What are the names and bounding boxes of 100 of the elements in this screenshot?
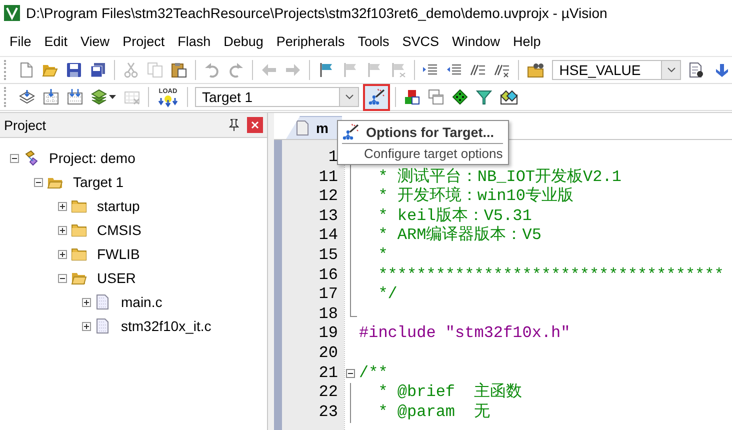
dropdown-field[interactable]: Target 1 <box>195 87 359 107</box>
flag-icon <box>366 62 382 78</box>
comment-lines-icon <box>470 62 486 78</box>
menu-item[interactable]: Flash <box>171 34 218 48</box>
floppy-disks-icon <box>90 62 106 78</box>
tree-item[interactable]: stm32f10x_it.c <box>121 318 212 334</box>
code-line: * 测试平台：NB_IOT开发板V2.1 <box>377 168 622 186</box>
expand-icon[interactable] <box>82 298 91 306</box>
left-arrow-icon <box>260 62 277 78</box>
folder-binoculars-icon <box>527 62 546 78</box>
tree-item[interactable]: FWLIB <box>97 246 140 262</box>
caret-icon <box>109 95 116 99</box>
dropdown-field[interactable]: HSE_VALUE <box>552 60 682 80</box>
diamonds-envelope-icon <box>500 89 518 105</box>
line-number: 17 <box>318 285 338 304</box>
collapse-icon[interactable] <box>10 154 19 162</box>
tooltip-description: Configure target options <box>363 145 503 162</box>
menu-item[interactable]: Tools <box>351 34 396 48</box>
menu-item[interactable]: View <box>74 34 116 48</box>
flag-icon <box>390 62 406 78</box>
folder-icon <box>71 222 87 238</box>
tree-item[interactable]: CMSIS <box>97 222 142 238</box>
menu-item[interactable]: Edit <box>38 34 74 48</box>
line-number: 16 <box>318 266 338 284</box>
pin-button[interactable] <box>229 119 239 131</box>
copy-icon <box>147 62 164 78</box>
windows-icon <box>428 89 444 105</box>
code-line: * ARM编译器版本：V5 <box>377 226 542 246</box>
document-search-icon <box>688 62 704 78</box>
funnel-icon <box>476 89 492 105</box>
line-number: 19 <box>318 324 338 342</box>
menu-item[interactable]: SVCS <box>396 34 446 48</box>
window-title: D:\Program Files\stm32TeachResource\Projects\stm32f103ret6_demo\demo.uvprojx - µVision <box>26 5 608 21</box>
file-icon <box>296 120 310 136</box>
menu-item[interactable]: Peripherals <box>270 34 352 48</box>
code-line: */ <box>377 285 398 305</box>
layers-icon <box>91 89 107 105</box>
line-number: 22 <box>318 383 338 402</box>
collapse-icon[interactable] <box>346 368 355 378</box>
tooltip-title: Options for Target... <box>366 124 494 140</box>
editor-tab[interactable]: m <box>286 116 342 139</box>
undo-icon <box>204 62 220 78</box>
line-number: 14 <box>318 226 338 244</box>
uncomment-lines-icon <box>494 62 510 78</box>
magic-wand-icon <box>368 88 386 106</box>
line-number: 15 <box>318 246 338 264</box>
line-number: 23 <box>318 402 338 421</box>
close-button[interactable] <box>247 117 263 133</box>
expand-icon[interactable] <box>58 250 67 258</box>
redo-icon <box>228 62 244 78</box>
tree-item[interactable]: main.c <box>121 294 162 310</box>
tree-item[interactable]: startup <box>97 198 140 214</box>
line-number: 1 <box>328 148 338 166</box>
flag-icon <box>318 62 334 78</box>
scissors-icon <box>123 62 140 78</box>
line-number: 11 <box>318 168 338 186</box>
stack-arrow-icon <box>19 89 35 105</box>
app-logo-icon <box>4 5 20 21</box>
line-number: 21 <box>318 364 338 382</box>
code-line: * 开发环境：win10专业版 <box>377 187 574 206</box>
file-icon <box>95 318 111 334</box>
chevron-down-icon <box>666 67 676 73</box>
colored-blocks-icon <box>404 89 420 105</box>
close-icon <box>251 121 259 129</box>
magic-wand-icon <box>342 123 360 141</box>
menu-item[interactable]: Project <box>116 34 172 48</box>
file-icon <box>95 294 111 310</box>
right-arrow-icon <box>284 62 301 78</box>
grid-arrows-icon <box>67 89 83 105</box>
menu-item[interactable]: File <box>3 34 38 48</box>
line-number: 12 <box>318 187 338 206</box>
code-line: * keil版本：V5.31 <box>377 206 532 226</box>
code-line: #include "stm32f10x.h" <box>359 324 570 344</box>
code-line: ************************************ <box>377 266 724 286</box>
tree-item[interactable]: Target 1 <box>73 174 124 190</box>
collapse-icon[interactable] <box>58 274 67 282</box>
line-number: 18 <box>318 304 338 323</box>
grid-cross-icon <box>124 89 140 105</box>
code-line: /** <box>359 364 388 384</box>
menu-item[interactable]: Help <box>506 34 548 48</box>
code-line: * @param 无 <box>377 402 490 422</box>
line-number: 13 <box>318 206 338 225</box>
collapse-icon[interactable] <box>34 178 43 186</box>
chevron-down-icon <box>344 94 354 100</box>
tree-item[interactable]: Project: demo <box>49 150 136 166</box>
expand-icon[interactable] <box>58 226 67 234</box>
tree-item[interactable]: USER <box>97 270 136 286</box>
open-folder-icon <box>42 62 58 78</box>
expand-icon[interactable] <box>58 202 67 210</box>
flag-icon <box>342 62 358 78</box>
folder-icon <box>71 198 87 214</box>
code-line: * <box>377 246 388 266</box>
expand-icon[interactable] <box>82 322 91 330</box>
folder-icon <box>71 246 87 262</box>
open-folder-icon <box>71 270 87 286</box>
diamond-dots-icon <box>452 89 468 105</box>
menu-item[interactable]: Window <box>445 34 506 48</box>
page-icon <box>18 62 34 78</box>
menu-item[interactable]: Debug <box>217 34 270 48</box>
line-number: 20 <box>318 344 338 362</box>
